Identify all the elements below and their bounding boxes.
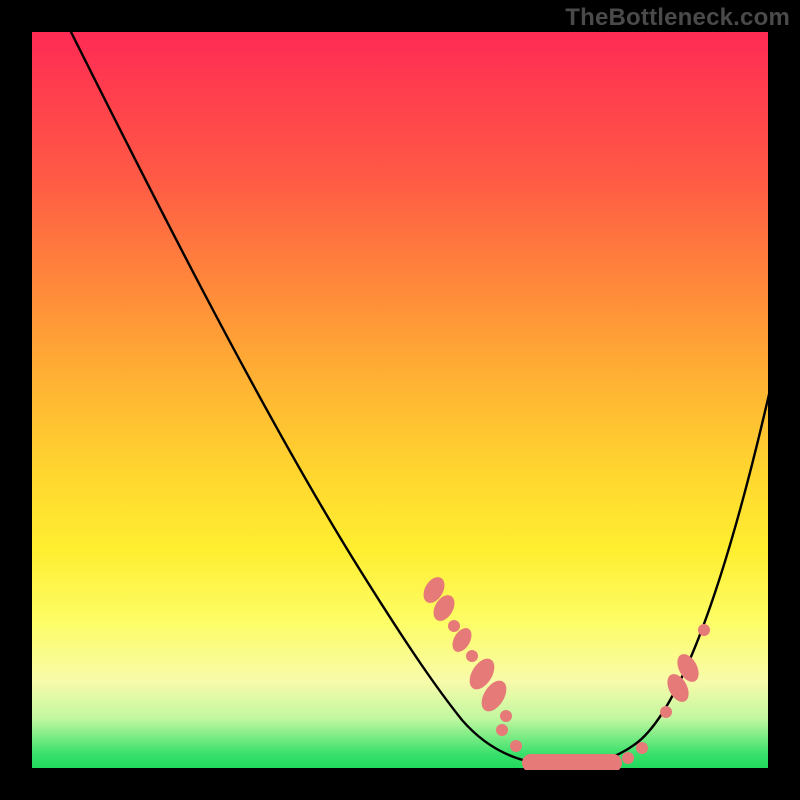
plot-area <box>30 30 770 770</box>
curve-layer <box>30 30 770 770</box>
chart-frame: TheBottleneck.com <box>0 0 800 800</box>
marker-cluster-left <box>419 573 512 722</box>
marker-cluster-valley <box>496 724 648 770</box>
watermark-text: TheBottleneck.com <box>565 4 790 32</box>
bottleneck-curve <box>70 30 770 765</box>
